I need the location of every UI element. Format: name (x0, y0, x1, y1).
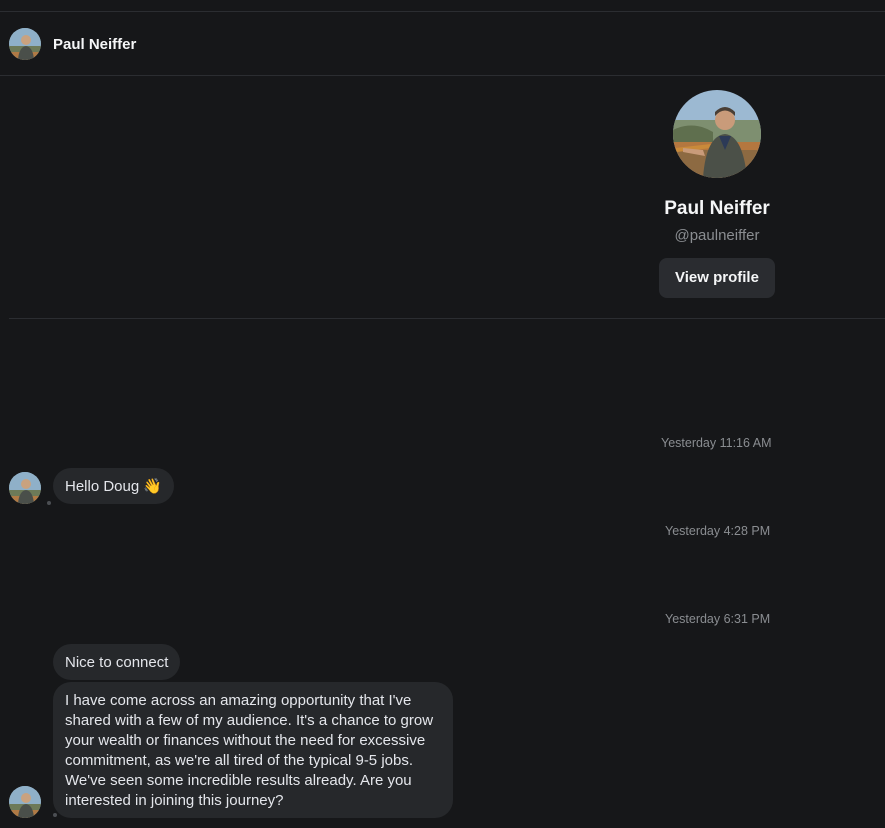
seen-indicator (47, 501, 51, 505)
message-bubble[interactable]: Nice to connect (53, 644, 181, 680)
view-profile-button[interactable]: View profile (659, 258, 775, 298)
seen-indicator (53, 813, 57, 817)
message-avatar[interactable] (9, 786, 41, 818)
header-contact-name[interactable]: Paul Neiffer (53, 36, 136, 53)
profile-card: Paul Neiffer @paulneiffer View profile (560, 90, 874, 298)
timestamp: Yesterday 4:28 PM (665, 524, 771, 538)
message-avatar[interactable] (9, 472, 41, 504)
profile-handle: @paulneiffer (674, 227, 760, 244)
profile-divider (9, 318, 885, 319)
timestamp: Yesterday 6:31 PM (665, 612, 771, 626)
timestamp: Yesterday 11:16 AM (661, 436, 772, 450)
header-avatar[interactable] (9, 28, 41, 60)
message-bubble[interactable]: I have come across an amazing opportunit… (53, 682, 453, 818)
profile-avatar[interactable] (673, 90, 761, 178)
conversation-header: Paul Neiffer (0, 12, 885, 76)
message-bubble[interactable]: Hello Doug 👋 (53, 468, 175, 504)
profile-name: Paul Neiffer (664, 198, 770, 219)
